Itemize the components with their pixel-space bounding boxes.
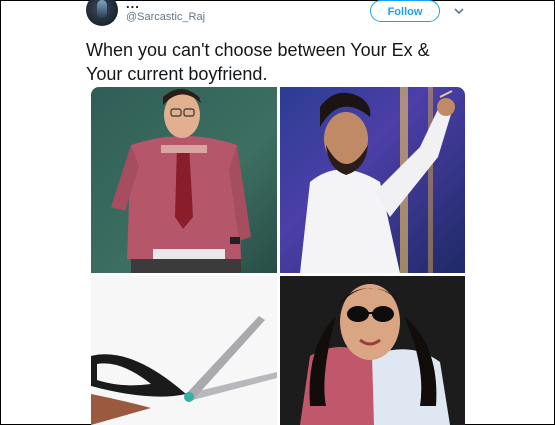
photo-scissors[interactable] <box>91 276 277 425</box>
tweet-header: ... @Sarcastic_Raj Follow <box>86 0 476 30</box>
tweet-text: When you can't choose between Your Ex & … <box>86 40 430 84</box>
photo-man-checked-shirt[interactable] <box>91 87 277 273</box>
photo-woman-sunglasses[interactable] <box>280 276 465 425</box>
media-grid[interactable] <box>91 87 465 425</box>
avatar-image <box>97 0 107 18</box>
chevron-down-icon[interactable] <box>453 5 465 17</box>
user-handle[interactable]: @Sarcastic_Raj <box>126 11 205 23</box>
display-name[interactable]: ... <box>126 0 140 11</box>
avatar[interactable] <box>86 0 118 26</box>
photo-man-white-shirt[interactable] <box>280 87 465 273</box>
follow-button[interactable]: Follow <box>370 0 440 22</box>
